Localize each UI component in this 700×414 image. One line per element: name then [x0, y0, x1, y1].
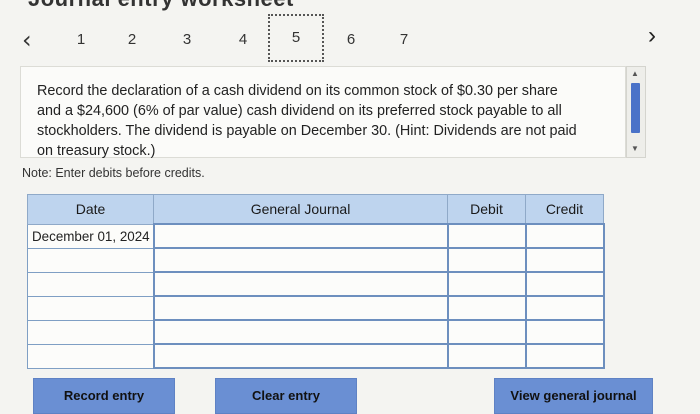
scroll-thumb[interactable]	[631, 83, 640, 133]
page-5-current[interactable]: 5	[268, 14, 324, 62]
table-row	[27, 271, 605, 297]
page-1[interactable]: 1	[71, 31, 91, 48]
page-4[interactable]: 4	[233, 31, 253, 48]
worksheet-title: Journal entry worksheet	[28, 0, 294, 12]
account-input[interactable]	[152, 343, 449, 369]
credit-input[interactable]	[524, 223, 605, 249]
next-page-icon[interactable]: ›	[648, 22, 656, 50]
column-header-date: Date	[27, 194, 154, 225]
view-general-journal-button[interactable]: View general journal	[494, 378, 653, 414]
account-input[interactable]	[152, 295, 449, 321]
page-3[interactable]: 3	[177, 31, 197, 48]
debit-input[interactable]	[446, 271, 527, 297]
previous-page-icon[interactable]: ‹	[22, 28, 32, 52]
account-input[interactable]	[152, 247, 449, 273]
page-6[interactable]: 6	[341, 31, 361, 48]
debit-input[interactable]	[446, 295, 527, 321]
account-input[interactable]	[152, 271, 449, 297]
scroll-down-icon[interactable]: ▼	[631, 145, 639, 153]
date-cell[interactable]	[27, 343, 154, 369]
debit-input[interactable]	[446, 223, 527, 249]
table-row	[27, 295, 605, 321]
debit-input[interactable]	[446, 247, 527, 273]
account-input[interactable]	[152, 319, 449, 345]
table-row	[27, 343, 605, 369]
date-cell[interactable]	[27, 271, 154, 297]
question-panel: Record the declaration of a cash dividen…	[20, 66, 626, 159]
page-7[interactable]: 7	[394, 31, 414, 48]
column-header-general-journal: General Journal	[153, 194, 448, 225]
table-row	[27, 247, 605, 273]
date-cell[interactable]: December 01, 2024	[27, 223, 154, 249]
question-scrollbar[interactable]: ▲ ▼	[626, 66, 646, 158]
date-cell[interactable]	[27, 295, 154, 321]
record-entry-button[interactable]: Record entry	[33, 378, 175, 414]
table-header-row: Date General Journal Debit Credit	[27, 194, 604, 225]
credit-input[interactable]	[524, 295, 605, 321]
credit-input[interactable]	[524, 319, 605, 345]
scroll-up-icon[interactable]: ▲	[631, 70, 639, 78]
clear-entry-button[interactable]: Clear entry	[215, 378, 357, 414]
date-cell[interactable]	[27, 247, 154, 273]
date-cell[interactable]	[27, 319, 154, 345]
debit-input[interactable]	[446, 343, 527, 369]
page-2[interactable]: 2	[122, 31, 142, 48]
journal-entry-table: Date General Journal Debit Credit Decemb…	[27, 194, 605, 369]
account-input[interactable]	[152, 223, 449, 249]
instruction-note: Note: Enter debits before credits.	[22, 166, 205, 180]
debit-input[interactable]	[446, 319, 527, 345]
question-text: Record the declaration of a cash dividen…	[37, 83, 577, 159]
page-navigation: ‹ 1 2 3 4 5 6 7	[0, 14, 700, 62]
column-header-credit: Credit	[525, 194, 604, 225]
credit-input[interactable]	[524, 247, 605, 273]
table-row	[27, 319, 605, 345]
table-row: December 01, 2024	[27, 223, 605, 249]
credit-input[interactable]	[524, 343, 605, 369]
column-header-debit: Debit	[447, 194, 526, 225]
credit-input[interactable]	[524, 271, 605, 297]
